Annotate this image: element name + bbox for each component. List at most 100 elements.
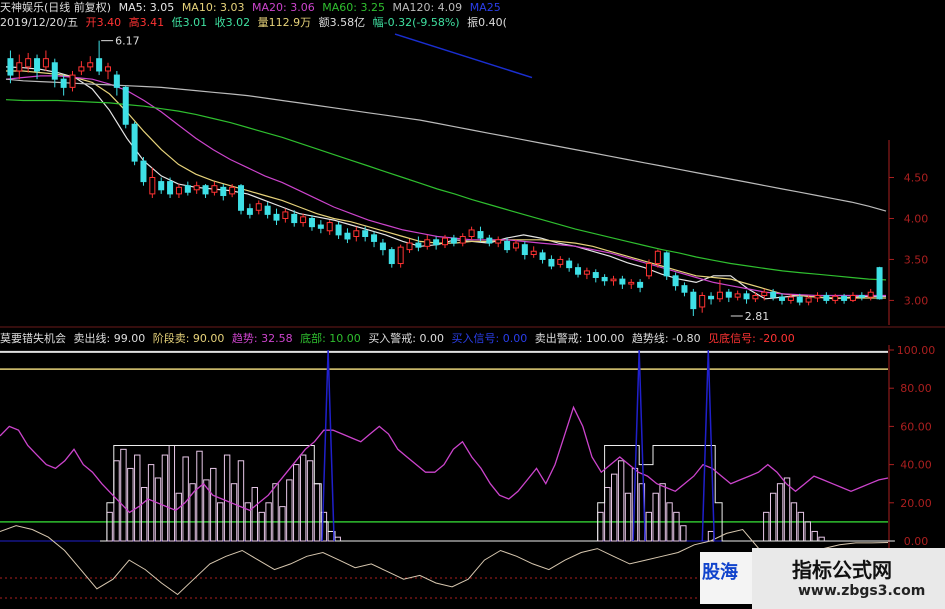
indicator-bar — [652, 492, 659, 542]
indicator-bar — [306, 460, 314, 542]
candle-body — [530, 250, 537, 256]
trend-line-label: 趋势线: -0.80 — [631, 332, 701, 345]
candle-body — [575, 267, 582, 275]
bottom-label: 底部: 10.00 — [300, 332, 361, 345]
candle-body — [282, 211, 289, 219]
indicator-bar — [645, 511, 652, 542]
indicator-bar — [680, 525, 687, 542]
candle-body — [654, 250, 661, 265]
candle-body — [300, 216, 307, 224]
indicator-bar — [127, 467, 134, 542]
candle-body — [229, 186, 236, 195]
indicator-bar — [624, 492, 632, 542]
candle-body — [388, 249, 395, 265]
indicator-bar — [210, 467, 217, 542]
ma20-line — [5, 75, 886, 297]
indicator-bar — [611, 473, 618, 542]
candle-body — [291, 213, 298, 224]
candle-body — [628, 281, 635, 285]
candle-body — [672, 275, 679, 287]
watermark-left-text: 股海 — [702, 562, 738, 583]
price-tick-label: 4.50 — [904, 172, 929, 185]
candle-body — [601, 276, 608, 282]
candle-body — [867, 291, 874, 298]
candle-body — [317, 224, 324, 229]
candle-body — [131, 123, 138, 162]
indicator-name: 莫要错失机会 — [0, 332, 66, 345]
buy-signal-label: 买入信号: 0.00 — [451, 332, 528, 345]
indicator-tick-label: 100.00 — [897, 344, 936, 357]
candle-body — [96, 58, 103, 72]
candle-body — [752, 295, 759, 300]
candle-body — [264, 205, 271, 215]
candle-body — [858, 295, 865, 298]
candle-body — [823, 295, 830, 301]
candle-body — [51, 62, 58, 80]
candle-body — [140, 160, 147, 183]
candle-body — [415, 242, 422, 248]
candle-body — [122, 86, 129, 125]
candle-body — [246, 208, 253, 215]
bottom-signal-label: 见底信号: -20.00 — [708, 332, 795, 345]
candle-body — [779, 296, 786, 301]
indicator-bar — [818, 536, 825, 542]
candle-body — [397, 246, 404, 265]
candle-body — [308, 217, 315, 228]
candle-body — [645, 263, 652, 277]
candle-body — [876, 267, 883, 300]
candle-body — [238, 185, 245, 211]
candle-body — [637, 281, 644, 288]
candle-body — [512, 242, 519, 249]
buy-alert-label: 买入警戒: 0.00 — [368, 332, 445, 345]
indicator-bar — [230, 483, 238, 542]
ma5-line — [5, 66, 886, 300]
candle-body — [708, 295, 715, 300]
candle-body — [220, 186, 227, 197]
candle-body — [406, 242, 413, 251]
candle-body — [725, 291, 732, 298]
indicator-bar — [154, 477, 162, 542]
stage-sell-label: 阶段卖: 90.00 — [152, 332, 225, 345]
indicator-legend-row: 莫要错失机会 卖出线: 99.00 阶段卖: 90.00 趋势: 32.58 底… — [0, 331, 799, 346]
indicator-bar — [175, 492, 182, 542]
candle-body — [832, 295, 839, 301]
candle-body — [583, 270, 590, 275]
candle-body — [743, 293, 750, 300]
candle-body — [273, 213, 280, 221]
indicator-tick-label: 0.00 — [904, 535, 929, 548]
candle-body — [442, 237, 448, 246]
candle-body — [149, 177, 156, 195]
ma250-line — [394, 33, 533, 79]
indicator-bar — [659, 483, 666, 542]
indicator-bar — [811, 530, 818, 542]
candle-body — [787, 296, 794, 301]
candle-body — [459, 236, 466, 244]
candle-body — [495, 239, 502, 244]
ma60-line — [5, 99, 887, 281]
indicator-bar — [804, 521, 811, 542]
candle-body — [521, 244, 528, 256]
indicator-bar — [617, 460, 625, 542]
candle-body — [716, 291, 723, 300]
candle-body — [193, 185, 200, 191]
indicator-bar — [106, 511, 113, 542]
watermark-title: 指标公式网 — [792, 558, 892, 582]
low-marker-label: 2.81 — [745, 310, 770, 323]
candle-body — [371, 234, 378, 242]
watermark-left: 股海 — [700, 552, 752, 604]
candle-body — [486, 237, 493, 244]
candle-body — [477, 231, 484, 239]
candle-body — [433, 239, 440, 246]
candle-body — [796, 296, 803, 303]
candle-body — [69, 74, 76, 88]
candle-body — [681, 285, 688, 293]
candle-body — [450, 237, 457, 244]
candle-body — [78, 66, 85, 72]
candle-body — [424, 239, 431, 247]
indicator-bar — [769, 492, 777, 542]
indicator-tick-label: 60.00 — [900, 420, 932, 433]
candle-body — [663, 252, 670, 277]
candle-body — [761, 291, 768, 297]
indicator-bar — [279, 506, 286, 542]
chart-canvas: 3.00 3.50 4.00 4.50 6.17 2.81 0.00 20.00 40.00 60… — [0, 33, 945, 609]
